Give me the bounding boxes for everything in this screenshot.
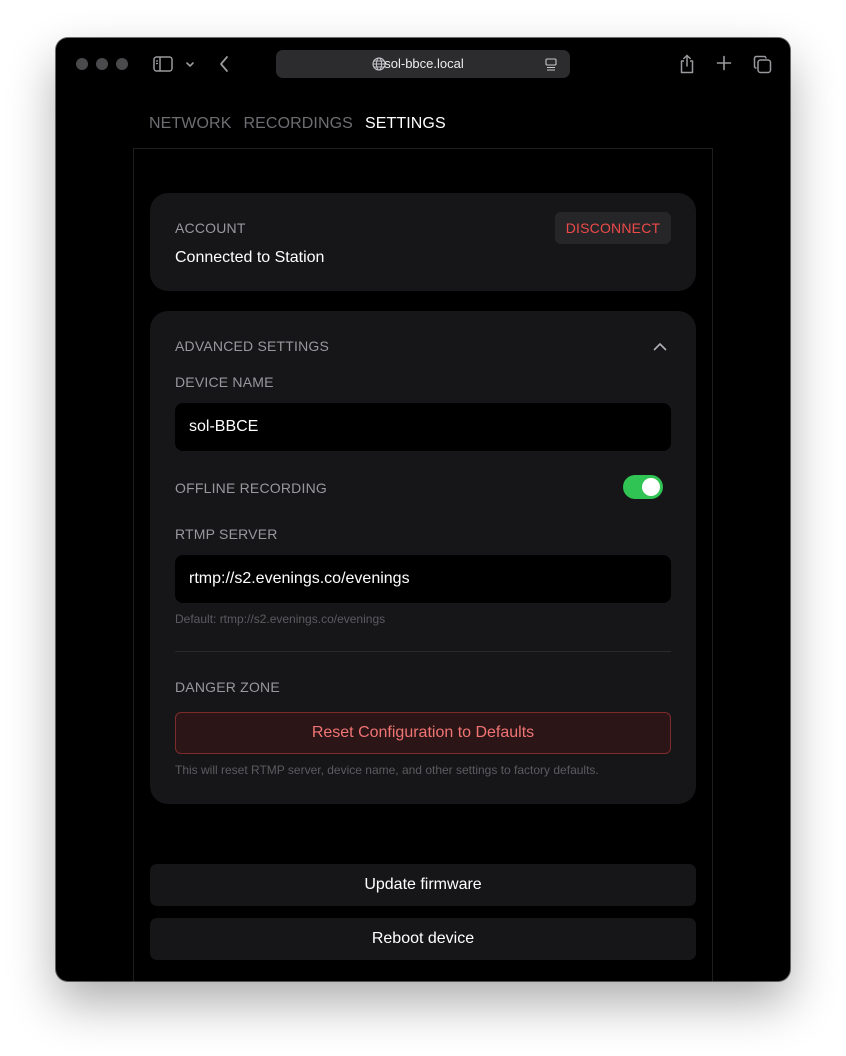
device-name-input[interactable]: sol-BBCE <box>175 403 671 451</box>
tab-recordings[interactable]: RECORDINGS <box>243 114 352 136</box>
nav-tabs: NETWORK RECORDINGS SETTINGS <box>149 114 446 136</box>
device-name-label: DEVICE NAME <box>175 374 274 390</box>
advanced-settings-card: ADVANCED SETTINGS DEVICE NAME sol-BBCE O… <box>150 311 696 804</box>
reboot-device-button[interactable]: Reboot device <box>150 918 696 960</box>
reader-icon[interactable] <box>544 57 558 71</box>
sidebar-icon[interactable] <box>152 54 174 74</box>
address-bar[interactable]: sol-bbce.local <box>276 50 570 78</box>
url-text[interactable]: sol-bbce.local <box>276 50 570 78</box>
tab-settings[interactable]: SETTINGS <box>365 114 446 136</box>
danger-zone-label: DANGER ZONE <box>175 679 280 695</box>
rtmp-server-input[interactable]: rtmp://s2.evenings.co/evenings <box>175 555 671 603</box>
tab-overview-icon[interactable] <box>751 53 773 75</box>
chevron-up-icon[interactable] <box>650 337 670 355</box>
zoom-window-button[interactable] <box>116 58 128 70</box>
browser-toolbar: sol-bbce.local <box>56 38 790 90</box>
account-heading: ACCOUNT <box>175 220 246 236</box>
share-icon[interactable] <box>676 52 698 76</box>
reset-hint: This will reset RTMP server, device name… <box>175 763 599 777</box>
close-window-button[interactable] <box>76 58 88 70</box>
chevron-down-icon[interactable] <box>184 56 196 72</box>
back-arrow-icon[interactable] <box>216 53 232 75</box>
plus-icon[interactable] <box>714 53 734 73</box>
update-firmware-button[interactable]: Update firmware <box>150 864 696 906</box>
reset-configuration-button[interactable]: Reset Configuration to Defaults <box>175 712 671 754</box>
account-card: ACCOUNT Connected to Station DISCONNECT <box>150 193 696 291</box>
offline-recording-toggle[interactable] <box>623 475 663 499</box>
rtmp-server-label: RTMP SERVER <box>175 526 278 542</box>
minimize-window-button[interactable] <box>96 58 108 70</box>
rtmp-default-hint: Default: rtmp://s2.evenings.co/evenings <box>175 612 386 626</box>
offline-recording-label: OFFLINE RECORDING <box>175 480 327 496</box>
section-divider <box>175 651 671 652</box>
tab-network[interactable]: NETWORK <box>149 114 231 136</box>
settings-panel: ACCOUNT Connected to Station DISCONNECT … <box>133 148 713 981</box>
toggle-knob <box>642 478 660 496</box>
account-status: Connected to Station <box>175 249 325 266</box>
browser-window: sol-bbce.local NETWORK RECORDINGS SETTIN… <box>56 38 790 981</box>
disconnect-button[interactable]: DISCONNECT <box>555 212 671 244</box>
advanced-settings-heading: ADVANCED SETTINGS <box>175 338 330 354</box>
